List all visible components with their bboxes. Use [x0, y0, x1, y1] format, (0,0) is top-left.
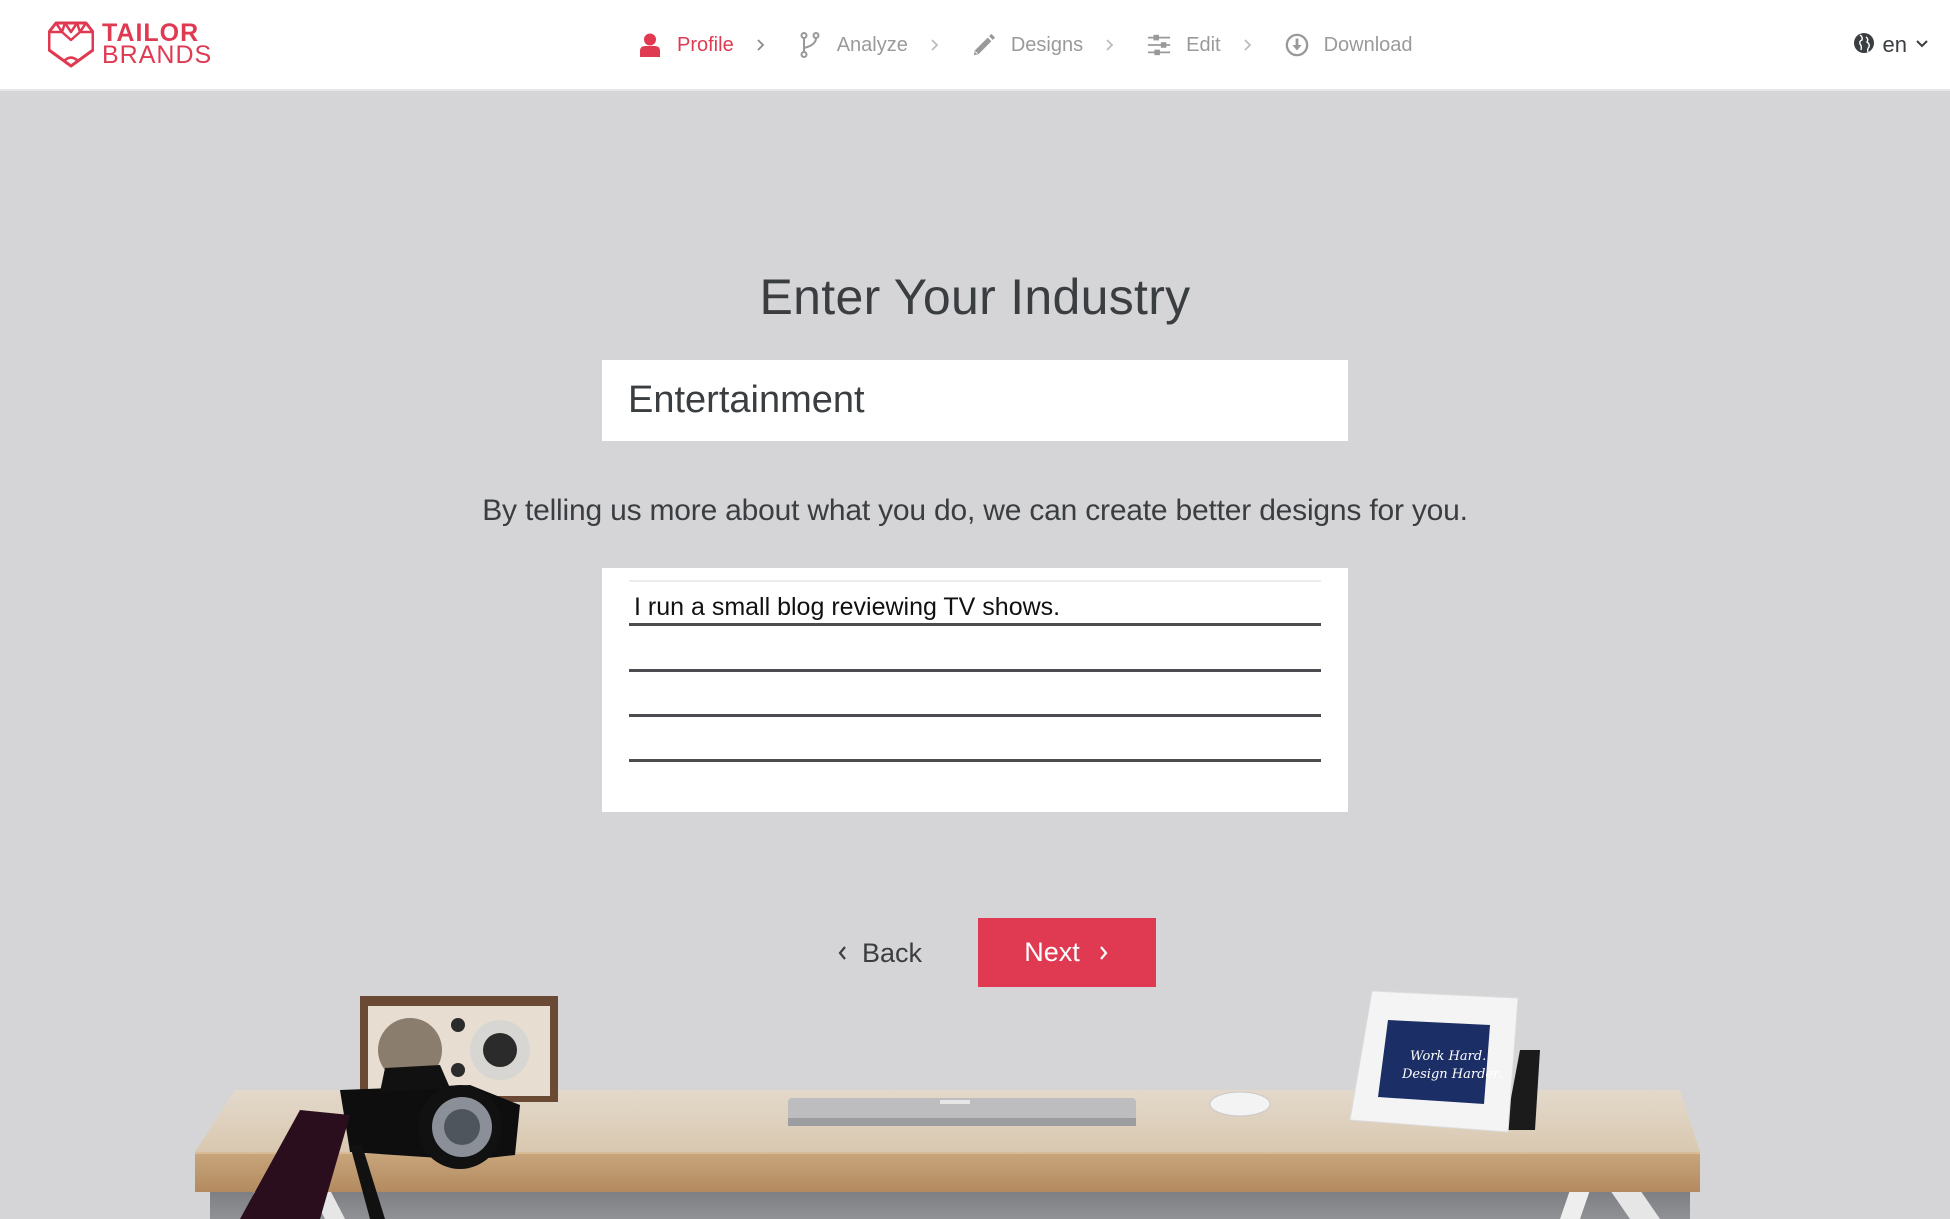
- desk-underside: [210, 1190, 1690, 1219]
- mouse-object: [1209, 1091, 1271, 1117]
- brand-logo[interactable]: TAILOR BRANDS: [48, 19, 212, 69]
- chevron-right-icon: [1099, 945, 1108, 960]
- card-top-divider: [629, 580, 1321, 582]
- step-download[interactable]: Download: [1285, 33, 1413, 57]
- chevron-right-icon: [930, 38, 942, 52]
- industry-input[interactable]: [602, 360, 1348, 441]
- next-button[interactable]: Next: [978, 918, 1156, 987]
- desk-scene-illustration: Work Hard. Design Harder.: [195, 990, 1700, 1219]
- step-label: Designs: [1010, 33, 1084, 56]
- ruled-line: [629, 714, 1321, 717]
- step-label: Analyze: [836, 33, 908, 56]
- step-label: Download: [1323, 33, 1413, 56]
- ruled-line: [629, 759, 1321, 762]
- ruled-line: [629, 669, 1321, 672]
- branch-icon: [798, 32, 822, 58]
- chevron-left-icon: [838, 946, 846, 960]
- frame-caption-line1: Work Hard.: [1410, 1049, 1486, 1064]
- frame-caption-line2: Design Harder.: [1401, 1067, 1502, 1082]
- step-analyze[interactable]: Analyze: [798, 32, 908, 58]
- ruled-line: [629, 623, 1321, 626]
- step-profile[interactable]: Profile: [638, 33, 734, 57]
- step-designs[interactable]: Designs: [972, 33, 1083, 57]
- laptop-object: [788, 1098, 1136, 1126]
- language-selector[interactable]: en: [1853, 30, 1929, 60]
- user-icon: [638, 33, 662, 57]
- chevron-down-icon: [1915, 36, 1929, 54]
- globe-icon: [1853, 32, 1875, 59]
- desk-edge: [195, 1152, 1700, 1192]
- download-circle-icon: [1285, 33, 1309, 57]
- picture-frame-object: Work Hard. Design Harder.: [1349, 990, 1540, 1133]
- top-header: TAILOR BRANDS Profile Analyze Designs Ed…: [0, 0, 1950, 91]
- next-button-label: Next: [1024, 937, 1080, 967]
- chevron-right-icon: [756, 38, 768, 52]
- business-description-textarea[interactable]: I run a small blog reviewing TV shows.: [629, 588, 1321, 626]
- back-button-label: Back: [862, 937, 923, 968]
- page-title: Enter Your Industry: [759, 269, 1191, 325]
- step-label: Edit: [1186, 33, 1221, 56]
- business-description-card: I run a small blog reviewing TV shows.: [602, 568, 1348, 812]
- chevron-right-icon: [1105, 38, 1117, 52]
- sliders-icon: [1147, 33, 1171, 57]
- logo-heart-icon: [48, 21, 94, 68]
- language-label: en: [1882, 32, 1907, 57]
- progress-steps: Profile Analyze Designs Edit Download: [638, 28, 1413, 62]
- step-label: Profile: [677, 33, 734, 56]
- pencil-icon: [972, 33, 996, 57]
- brand-name-line2: BRANDS: [102, 41, 213, 69]
- back-button[interactable]: Back: [836, 930, 922, 976]
- chevron-right-icon: [1243, 38, 1255, 52]
- description-text: By telling us more about what you do, we…: [482, 494, 1468, 527]
- step-edit[interactable]: Edit: [1147, 33, 1221, 57]
